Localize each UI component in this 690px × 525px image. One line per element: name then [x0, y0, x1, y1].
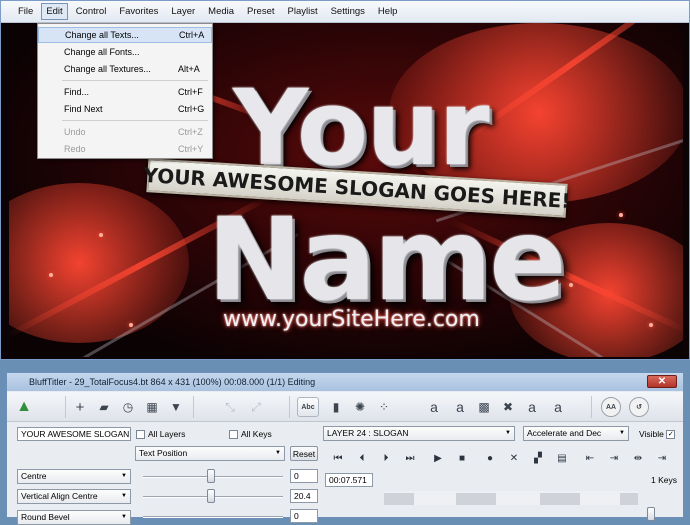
- toolbar-separator: [193, 396, 194, 418]
- texture-icon[interactable]: ▩: [475, 398, 493, 416]
- particles-icon[interactable]: ⁘: [375, 398, 393, 416]
- value2-input[interactable]: 20.4: [290, 489, 318, 503]
- save-file-icon[interactable]: ▼: [167, 398, 185, 416]
- all-keys-checkbox[interactable]: All Keys: [229, 429, 272, 440]
- prev-key-icon[interactable]: ⏴: [353, 451, 371, 465]
- bluff-logo-icon[interactable]: ▲: [15, 398, 33, 416]
- menu-layer[interactable]: Layer: [166, 3, 200, 20]
- end-marker-icon[interactable]: ⇥: [653, 451, 671, 465]
- timeline-scroll-thumb[interactable]: [647, 507, 655, 521]
- window-title: BluffTitler - 29_TotalFocus4.bt 864 x 43…: [29, 377, 316, 387]
- move-right-icon: ⤢: [251, 399, 261, 414]
- value1-slider[interactable]: [207, 469, 215, 483]
- stretch-icon[interactable]: ⇹: [629, 451, 647, 465]
- spark: [569, 283, 573, 287]
- layers-icon[interactable]: ▦: [143, 398, 161, 416]
- record-icon[interactable]: ●: [481, 451, 499, 465]
- menu-media[interactable]: Media: [203, 3, 239, 20]
- shift-right-icon[interactable]: ⇥: [605, 451, 623, 465]
- menu-change-all-fonts[interactable]: Change all Fonts...: [38, 44, 212, 60]
- value1-input[interactable]: 0: [290, 469, 318, 483]
- easing-select[interactable]: Accelerate and Dec ▼: [523, 426, 629, 441]
- menu-favorites[interactable]: Favorites: [114, 3, 163, 20]
- clock-icon[interactable]: ◷: [119, 398, 137, 416]
- menu-help[interactable]: Help: [373, 3, 403, 20]
- delete-char-icon[interactable]: ✖: [499, 398, 517, 416]
- timeline-segment: [384, 493, 414, 505]
- spark: [649, 323, 653, 327]
- toolbar: ▲ + ▰ ◷ ▦ ▼ ⤡ ⤢ Abc ▮ ✺ ⁘ a a ▩ ✖ a a AA…: [7, 392, 683, 422]
- toolbar-separator: [289, 396, 290, 418]
- close-button[interactable]: ✕: [647, 375, 677, 388]
- menu-playlist[interactable]: Playlist: [283, 3, 323, 20]
- open-file-icon[interactable]: ▰: [95, 398, 113, 416]
- menu-bar: File Edit Control Favorites Layer Media …: [1, 1, 689, 23]
- keys-count: 1 Keys: [651, 475, 677, 485]
- paste-key-icon[interactable]: ▤: [553, 451, 571, 465]
- menu-control[interactable]: Control: [71, 3, 112, 20]
- play-icon[interactable]: ▶: [429, 451, 447, 465]
- menu-undo: Undo Ctrl+Z: [64, 127, 203, 137]
- menu-separator: [62, 80, 208, 81]
- layer-select[interactable]: LAYER 24 : SLOGAN ▼: [323, 426, 515, 441]
- go-start-icon[interactable]: ⏮: [329, 451, 347, 465]
- font-reset-circle-icon[interactable]: ↺: [629, 397, 649, 417]
- time-input[interactable]: 00:07.571: [325, 473, 373, 487]
- toolbar-separator: [65, 396, 66, 418]
- visible-checkbox[interactable]: Visible ✓: [639, 429, 678, 440]
- shift-left-icon[interactable]: ⇤: [581, 451, 599, 465]
- menu-change-all-textures[interactable]: Change all Textures... Alt+A: [38, 61, 212, 77]
- copy-key-icon[interactable]: ▞: [529, 451, 547, 465]
- menu-redo: Redo Ctrl+Y: [64, 144, 204, 154]
- all-layers-checkbox[interactable]: All Layers: [136, 429, 185, 440]
- go-end-icon[interactable]: ⏭: [401, 451, 419, 465]
- reset-button[interactable]: Reset: [290, 446, 318, 461]
- font-size-circle-icon[interactable]: AA: [601, 397, 621, 417]
- align-select[interactable]: Centre ▼: [17, 469, 131, 484]
- next-key-icon[interactable]: ⏵: [377, 451, 395, 465]
- edit-dropdown-menu: Change all Texts... Ctrl+A Change all Fon…: [37, 23, 213, 159]
- menu-edit[interactable]: Edit: [41, 3, 68, 20]
- stop-icon[interactable]: ■: [453, 451, 471, 465]
- move-left-icon: ⤡: [225, 399, 235, 414]
- window-titlebar[interactable]: BluffTitler - 29_TotalFocus4.bt 864 x 43…: [7, 373, 683, 391]
- site-url-text: www.yourSiteHere.com: [223, 307, 480, 332]
- delete-key-icon[interactable]: ✕: [505, 451, 523, 465]
- spark: [129, 323, 133, 327]
- menu-find[interactable]: Find... Ctrl+F: [38, 84, 212, 100]
- value2-slider[interactable]: [207, 489, 215, 503]
- spark: [49, 273, 53, 277]
- menu-file[interactable]: File: [13, 3, 38, 20]
- menu-find-next[interactable]: Find Next Ctrl+G: [38, 101, 212, 117]
- timeline-segment: [456, 493, 496, 505]
- value3-input[interactable]: 0: [290, 509, 318, 523]
- gradient-icon[interactable]: ▮: [327, 398, 345, 416]
- keyframe-timeline[interactable]: [384, 491, 638, 505]
- main-window: File Edit Control Favorites Layer Media …: [0, 0, 690, 360]
- timeline-segment: [540, 493, 580, 505]
- toolbar-separator: [591, 396, 592, 418]
- add-layer-icon[interactable]: +: [71, 398, 89, 416]
- menu-settings[interactable]: Settings: [326, 3, 370, 20]
- menu-preset[interactable]: Preset: [242, 3, 279, 20]
- text-tool-icon[interactable]: Abc: [297, 397, 319, 417]
- text-aa-icon[interactable]: a: [549, 398, 567, 416]
- text-ax-icon[interactable]: a: [523, 398, 541, 416]
- text-a-icon[interactable]: a: [425, 398, 443, 416]
- timeline-segment: [620, 493, 638, 505]
- spark: [99, 233, 103, 237]
- text-value-input[interactable]: YOUR AWESOME SLOGAN G: [17, 427, 131, 441]
- text-a-stars-icon[interactable]: a: [451, 398, 469, 416]
- splash-icon[interactable]: ✺: [351, 398, 369, 416]
- menu-change-all-texts[interactable]: Change all Texts... Ctrl+A: [38, 27, 212, 43]
- valign-select[interactable]: Vertical Align Centre ▼: [17, 489, 131, 504]
- editor-window: BluffTitler - 29_TotalFocus4.bt 864 x 43…: [6, 372, 684, 525]
- spark: [619, 213, 623, 217]
- menu-separator: [62, 120, 208, 121]
- property-select[interactable]: Text Position ▼: [135, 446, 285, 461]
